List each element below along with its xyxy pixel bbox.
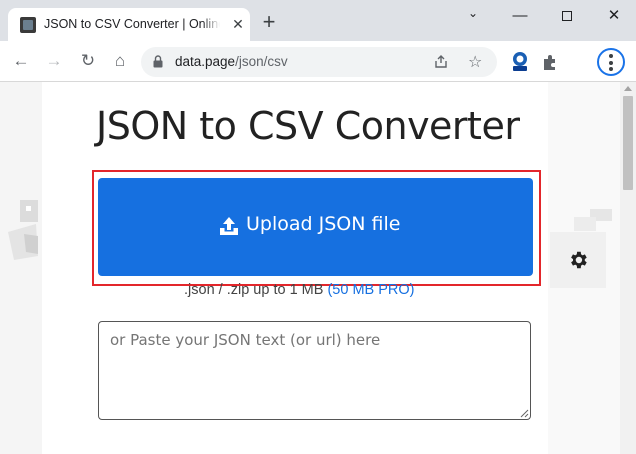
new-tab-button[interactable]: + bbox=[259, 11, 279, 33]
extensions-puzzle-icon[interactable] bbox=[541, 53, 559, 71]
address-bar[interactable]: data.page/json/csv ☆ bbox=[141, 47, 497, 77]
limits-label: .json / .zip up to 1 MB bbox=[184, 282, 324, 298]
extension-icon[interactable] bbox=[510, 51, 530, 73]
left-ad-gutter bbox=[0, 82, 42, 454]
page-title: JSON to CSV Converter bbox=[96, 104, 520, 148]
share-icon[interactable] bbox=[433, 54, 449, 70]
gear-icon bbox=[571, 251, 587, 269]
browser-toolbar: ← → ↻ ⌂ data.page/json/csv ☆ bbox=[0, 41, 636, 82]
browser-menu-button[interactable] bbox=[597, 48, 625, 76]
close-window-button[interactable]: ✕ bbox=[599, 6, 629, 28]
decorative-shapes bbox=[8, 200, 38, 260]
maximize-icon bbox=[562, 11, 572, 21]
scroll-thumb[interactable] bbox=[623, 96, 633, 190]
scroll-up-arrow-icon[interactable] bbox=[624, 86, 632, 91]
settings-button[interactable] bbox=[550, 232, 606, 288]
upload-button-label: Upload JSON file bbox=[246, 213, 401, 235]
maximize-button[interactable] bbox=[552, 6, 582, 28]
page-content: JSON to CSV Converter Upload JSON file .… bbox=[0, 82, 620, 454]
lock-icon bbox=[153, 55, 163, 68]
tab-title: JSON to CSV Converter | Online Tool bbox=[44, 17, 220, 31]
browser-tab[interactable]: JSON to CSV Converter | Online Tool ✕ bbox=[8, 8, 250, 41]
pro-upgrade-link[interactable]: (50 MB PRO) bbox=[327, 282, 414, 298]
minimize-button[interactable]: — bbox=[505, 6, 535, 28]
tab-strip: JSON to CSV Converter | Online Tool ✕ + … bbox=[0, 0, 636, 41]
json-paste-input[interactable] bbox=[98, 321, 531, 420]
url-path: /json/csv bbox=[235, 54, 288, 69]
vertical-scrollbar[interactable] bbox=[620, 82, 636, 454]
upload-limits-text: .json / .zip up to 1 MB (50 MB PRO) bbox=[184, 282, 414, 298]
home-button[interactable]: ⌂ bbox=[109, 51, 131, 73]
reload-button[interactable]: ↻ bbox=[77, 51, 99, 73]
decorative-shapes-right bbox=[574, 209, 612, 231]
tab-search-button[interactable]: ⌄ bbox=[458, 3, 488, 25]
upload-icon bbox=[220, 217, 238, 235]
forward-button[interactable]: → bbox=[43, 51, 65, 73]
more-vert-icon bbox=[609, 54, 613, 74]
favicon-icon bbox=[20, 17, 36, 33]
upload-json-button[interactable]: Upload JSON file bbox=[98, 178, 533, 276]
back-button[interactable]: ← bbox=[10, 51, 32, 73]
url-text[interactable]: data.page/json/csv bbox=[175, 54, 288, 69]
bookmark-star-icon[interactable]: ☆ bbox=[468, 52, 482, 72]
tab-close-icon[interactable]: ✕ bbox=[230, 16, 246, 32]
url-host: data.page bbox=[175, 54, 236, 69]
resize-grip-icon[interactable] bbox=[519, 408, 529, 418]
